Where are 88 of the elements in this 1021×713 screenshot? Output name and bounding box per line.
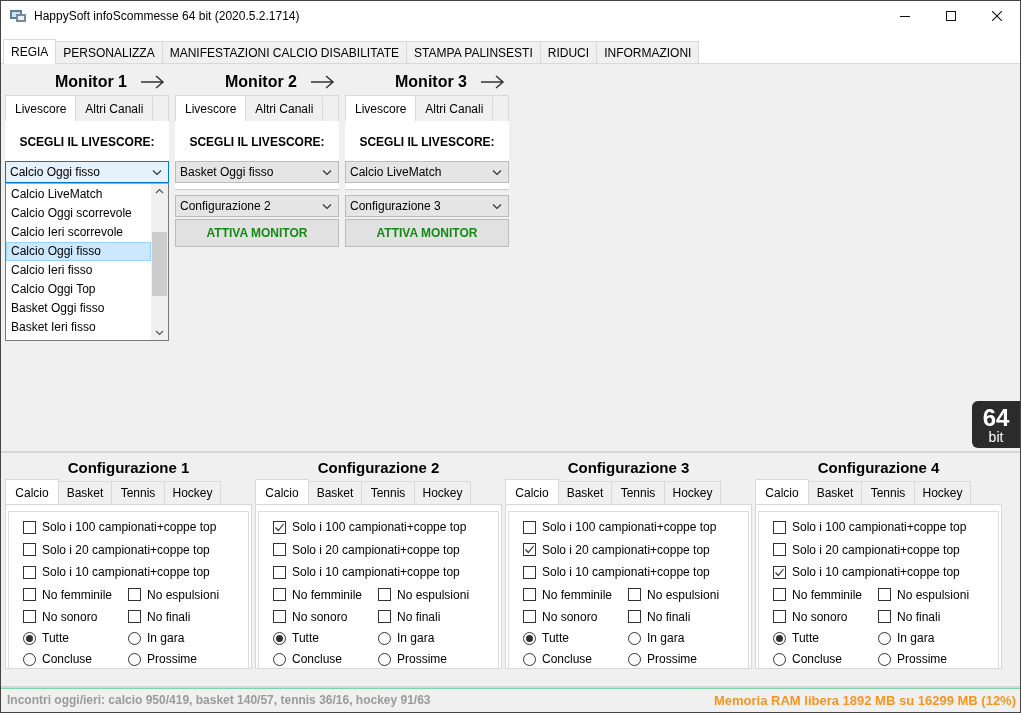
checkbox[interactable]: Solo i 20 campionati+coppe top (23, 538, 248, 561)
checkbox[interactable]: No finali (378, 605, 498, 628)
tab[interactable]: Livescore (346, 96, 417, 121)
radio-button[interactable]: Tutte (523, 627, 628, 649)
section-heading: SCEGLI IL LIVESCORE: (358, 134, 496, 151)
monitor-title: Monitor 3 (395, 73, 467, 91)
checkbox[interactable]: No espulsioni (128, 583, 248, 606)
configuration-title: Configurazione 4 (816, 458, 941, 478)
radio-button[interactable]: Concluse (523, 648, 628, 670)
section-heading: SCEGLI IL LIVESCORE: (188, 134, 326, 151)
radio-button[interactable]: Tutte (773, 627, 878, 649)
checkbox[interactable]: Solo i 10 campionati+coppe top (773, 561, 998, 584)
radio-button[interactable]: Concluse (773, 648, 878, 670)
tab[interactable]: Calcio (505, 479, 559, 505)
radio-button[interactable]: Prossime (628, 648, 748, 670)
configuration-dropdown[interactable]: Configurazione 3 (345, 195, 509, 217)
livescore-dropdown[interactable]: Calcio Oggi fisso (5, 161, 169, 183)
tab[interactable]: Hockey (914, 481, 971, 504)
checkbox[interactable]: No sonoro (23, 605, 128, 628)
checkbox[interactable]: No sonoro (273, 605, 378, 628)
tab[interactable]: Calcio (255, 479, 309, 505)
checkbox[interactable]: Solo i 20 campionati+coppe top (773, 538, 998, 561)
checkbox[interactable]: Solo i 100 campionati+coppe top (273, 516, 498, 539)
radio-button[interactable]: Prossime (128, 648, 248, 670)
badge-64-bit: 64 bit (972, 401, 1020, 448)
dropdown-option[interactable]: Calcio LiveMatch (6, 185, 151, 204)
tab[interactable]: Hockey (164, 481, 221, 504)
tab[interactable]: PERSONALIZZA (55, 41, 163, 63)
checkbox[interactable]: No femminile (23, 583, 128, 606)
tab[interactable]: Hockey (414, 481, 471, 504)
status-text: Incontri oggi/ieri: calcio 950/419, basket 140/57, tennis 36/16, hockey 91/63 (7, 693, 431, 707)
tab[interactable]: Livescore (176, 96, 247, 121)
checkbox[interactable]: No finali (878, 605, 998, 628)
checkbox[interactable]: Solo i 10 campionati+coppe top (273, 561, 498, 584)
configuration-dropdown[interactable]: Configurazione 2 (175, 195, 339, 217)
checkbox[interactable]: Solo i 20 campionati+coppe top (523, 538, 748, 561)
checkbox[interactable]: Solo i 100 campionati+coppe top (23, 516, 248, 539)
checkbox[interactable]: No femminile (773, 583, 878, 606)
radio-button[interactable]: Prossime (878, 648, 998, 670)
checkbox[interactable]: No finali (628, 605, 748, 628)
checkbox[interactable]: Solo i 20 campionati+coppe top (273, 538, 498, 561)
tab[interactable]: Livescore (6, 96, 77, 121)
tab[interactable]: RIDUCI (539, 41, 598, 63)
dropdown-option[interactable]: Calcio Ieri scorrevole (6, 223, 151, 242)
configuration-title: Configurazione 3 (566, 458, 691, 478)
dropdown-option[interactable]: Calcio Ieri fisso (6, 261, 151, 280)
checkbox[interactable]: No femminile (523, 583, 628, 606)
radio-button[interactable]: In gara (628, 627, 748, 649)
checkbox[interactable]: No espulsioni (378, 583, 498, 606)
window-title: HappySoft infoScommesse 64 bit (2020.5.2.1714) (34, 9, 300, 23)
tab[interactable]: MANIFESTAZIONI CALCIO DISABILITATE (161, 41, 408, 63)
radio-button[interactable]: In gara (378, 627, 498, 649)
radio-button[interactable]: In gara (128, 627, 248, 649)
checkbox[interactable]: Solo i 100 campionati+coppe top (523, 516, 748, 539)
memory-status: Memoria RAM libera 1892 MB su 16299 MB (12%) (714, 692, 1016, 708)
radio-button[interactable]: In gara (878, 627, 998, 649)
radio-button[interactable]: Concluse (273, 648, 378, 670)
radio-button[interactable]: Prossime (378, 648, 498, 670)
checkbox[interactable]: Solo i 100 campionati+coppe top (773, 516, 998, 539)
tab[interactable]: Calcio (5, 479, 59, 505)
livescore-dropdown[interactable]: Calcio LiveMatch (345, 161, 509, 183)
tab[interactable]: Hockey (664, 481, 721, 504)
checkbox[interactable]: Solo i 10 campionati+coppe top (523, 561, 748, 584)
tab[interactable]: REGIA (3, 39, 57, 64)
livescore-dropdown[interactable]: Basket Oggi fisso (175, 161, 339, 183)
checkbox[interactable]: No femminile (273, 583, 378, 606)
checkbox[interactable]: No finali (128, 605, 248, 628)
monitor-title: Monitor 1 (55, 73, 127, 91)
radio-button[interactable]: Tutte (273, 627, 378, 649)
tab[interactable]: INFORMAZIONI (596, 41, 700, 63)
dropdown-option[interactable]: Basket Ieri fisso (6, 318, 151, 337)
radio-button[interactable]: Concluse (23, 648, 128, 670)
checkbox[interactable]: Solo i 10 campionati+coppe top (23, 561, 248, 584)
dropdown-option[interactable]: Calcio Oggi Top (6, 280, 151, 299)
configuration-title: Configurazione 2 (316, 458, 441, 478)
section-heading: SCEGLI IL LIVESCORE: (18, 134, 156, 151)
tab[interactable]: STAMPA PALINSESTI (406, 41, 541, 63)
checkbox[interactable]: No espulsioni (878, 583, 998, 606)
dropdown-option[interactable]: Calcio Oggi fisso (6, 242, 151, 261)
dropdown-option[interactable]: Calcio Oggi scorrevole (6, 204, 151, 223)
checkbox[interactable]: No sonoro (523, 605, 628, 628)
tab[interactable]: Calcio (755, 479, 809, 505)
checkbox[interactable]: No espulsioni (628, 583, 748, 606)
dropdown-option[interactable]: Basket Oggi fisso (6, 299, 151, 318)
configuration-title: Configurazione 1 (66, 458, 191, 478)
monitor-title: Monitor 2 (225, 73, 297, 91)
checkbox[interactable]: No sonoro (773, 605, 878, 628)
radio-button[interactable]: Tutte (23, 627, 128, 649)
